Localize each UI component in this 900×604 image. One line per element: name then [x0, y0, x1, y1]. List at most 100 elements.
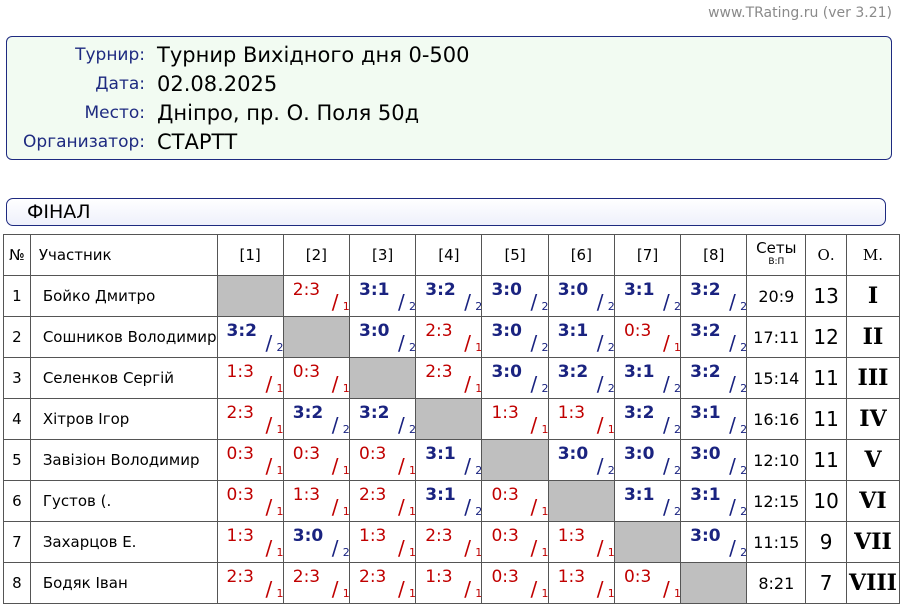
match-score-cell[interactable]: 3:2/2 — [348, 398, 417, 440]
participant-name[interactable]: Бодяк Іван — [29, 562, 218, 604]
info-value: СТАРТТ — [157, 130, 238, 154]
match-score-cell[interactable]: 0:3/1 — [282, 439, 351, 481]
match-score: 3:0 — [359, 321, 390, 341]
match-score-cell[interactable]: 3:2/2 — [680, 316, 748, 358]
match-score-cell[interactable]: 3:0/2 — [613, 439, 682, 481]
match-score-cell[interactable]: 0:3/1 — [481, 562, 549, 604]
match-score-cell[interactable]: 3:2/2 — [415, 275, 483, 317]
match-score-cell[interactable]: 1:3/1 — [547, 562, 615, 604]
match-score: 1:3 — [226, 362, 254, 382]
score-slash: / — [596, 290, 604, 314]
participant-name[interactable]: Захарцов Е. — [29, 521, 218, 563]
match-score-cell[interactable]: 3:1/2 — [680, 480, 748, 522]
match-score-cell[interactable]: 0:3/1 — [216, 480, 284, 522]
match-score-cell[interactable]: 3:1/2 — [613, 357, 682, 399]
match-score-cell[interactable]: 0:3/1 — [613, 562, 682, 604]
match-points: 1 — [276, 423, 284, 436]
participant-name[interactable]: Завізіон Володимир — [29, 439, 218, 481]
match-points: 1 — [541, 423, 549, 436]
match-score-cell[interactable]: 2:3/1 — [282, 275, 351, 317]
participant-name[interactable]: Селенков Сергій — [29, 357, 218, 399]
score-slash: / — [398, 331, 405, 355]
match-score: 0:3 — [359, 444, 387, 464]
table-row: 2 Сошников Володимир 3:2/2 3:0/2 2:3/1 3:0/2 3… — [3, 316, 900, 358]
match-score-cell[interactable]: 1:3/1 — [348, 521, 417, 563]
table-row: 4 Хітров Ігор 2:3/1 3:2/2 3:2/2 1:3/1 1:3/1 3:2… — [3, 398, 900, 440]
score-slash: / — [596, 372, 604, 396]
match-score-cell[interactable]: 1:3/1 — [216, 357, 284, 399]
match-score-cell[interactable]: 3:1/2 — [348, 275, 417, 317]
match-score-cell[interactable]: 3:2/2 — [680, 357, 748, 399]
match-score-cell[interactable]: 0:3/1 — [613, 316, 682, 358]
score-slash: / — [729, 372, 736, 396]
match-score-cell[interactable]: 3:2/2 — [216, 316, 284, 358]
match-score-cell[interactable]: 3:1/2 — [415, 480, 483, 522]
match-score-cell[interactable]: 2:3/1 — [415, 316, 483, 358]
match-score-cell[interactable]: 3:2/2 — [613, 398, 682, 440]
match-score-cell[interactable]: 0:3/1 — [348, 439, 417, 481]
match-score-cell[interactable]: 2:3/1 — [216, 398, 284, 440]
match-score-cell[interactable]: 3:1/2 — [613, 275, 682, 317]
row-number: 6 — [3, 480, 31, 522]
match-score-cell[interactable]: 3:0/2 — [282, 521, 351, 563]
match-score-cell[interactable]: 1:3/1 — [415, 562, 483, 604]
score-slash: / — [530, 372, 538, 396]
participant-name[interactable]: Сошников Володимир — [29, 316, 218, 358]
site-watermark[interactable]: www.TRating.ru (ver 3.21) — [708, 5, 892, 21]
participant-name[interactable]: Густов (. — [29, 480, 218, 522]
match-points: 2 — [276, 341, 284, 354]
info-value: Турнир Вихідного дня 0-500 — [157, 43, 470, 67]
col-header-opponent: [2] — [282, 234, 351, 276]
match-score-cell[interactable]: 3:0/2 — [680, 521, 748, 563]
col-header-opponent: [8] — [680, 234, 748, 276]
score-slash: / — [596, 331, 604, 355]
participant-name[interactable]: Хітров Ігор — [29, 398, 218, 440]
match-score-cell[interactable]: 3:0/2 — [680, 439, 748, 481]
match-score: 3:0 — [491, 362, 522, 382]
match-score-cell[interactable]: 3:2/2 — [680, 275, 748, 317]
match-score-cell[interactable]: 2:3/1 — [348, 480, 417, 522]
match-score-cell[interactable]: 3:2/2 — [282, 398, 351, 440]
score-slash: / — [596, 413, 604, 437]
match-score-cell[interactable]: 0:3/1 — [282, 357, 351, 399]
match-score-cell[interactable]: 0:3/1 — [216, 439, 284, 481]
score-slash: / — [331, 372, 339, 396]
participant-name[interactable]: Бойко Дмитро — [29, 275, 218, 317]
match-score-cell[interactable]: 3:0/2 — [547, 275, 615, 317]
match-score-cell[interactable]: 3:1/2 — [415, 439, 483, 481]
match-score-cell[interactable]: 1:3/1 — [282, 480, 351, 522]
match-score: 2:3 — [292, 567, 321, 587]
score-slash: / — [265, 413, 273, 437]
match-score-cell[interactable]: 3:0/2 — [481, 316, 549, 358]
match-score-cell[interactable]: 2:3/1 — [415, 357, 483, 399]
match-points: 1 — [541, 587, 549, 600]
match-score-cell[interactable]: 3:1/2 — [613, 480, 682, 522]
match-score-cell[interactable]: 2:3/1 — [415, 521, 483, 563]
match-score-cell[interactable]: 1:3/1 — [481, 398, 549, 440]
match-points: 1 — [276, 546, 284, 559]
match-score-cell[interactable]: 0:3/1 — [481, 480, 549, 522]
match-score-cell[interactable]: 3:0/2 — [481, 357, 549, 399]
match-score-cell[interactable]: 1:3/1 — [547, 521, 615, 563]
match-score-cell[interactable]: 3:0/2 — [481, 275, 549, 317]
match-score-cell[interactable]: 0:3/1 — [481, 521, 549, 563]
match-score-cell[interactable]: 3:1/2 — [680, 398, 748, 440]
match-score-cell[interactable]: 3:1/2 — [547, 316, 615, 358]
sets-total: 17:11 — [746, 316, 807, 358]
score-slash: / — [662, 495, 670, 519]
match-score-cell[interactable]: 1:3/1 — [547, 398, 615, 440]
table-row: 5 Завізіон Володимир 0:3/1 0:3/1 0:3/1 3:1/2 3… — [3, 439, 900, 481]
match-score-cell[interactable]: 3:0/2 — [348, 316, 417, 358]
match-score-cell[interactable]: 2:3/1 — [216, 562, 284, 604]
score-slash: / — [331, 413, 339, 437]
match-score-cell[interactable]: 2:3/1 — [282, 562, 351, 604]
table-row: 1 Бойко Дмитро 2:3/1 3:1/2 3:2/2 3:0/2 3:0/2 3:… — [3, 275, 900, 317]
score-slash: / — [530, 536, 538, 560]
match-score: 0:3 — [491, 526, 519, 546]
match-score-cell[interactable]: 3:2/2 — [547, 357, 615, 399]
points-total: 7 — [805, 562, 847, 604]
match-score-cell[interactable]: 2:3/1 — [348, 562, 417, 604]
match-points: 1 — [276, 587, 284, 600]
match-score-cell[interactable]: 1:3/1 — [216, 521, 284, 563]
match-score-cell[interactable]: 3:0/2 — [547, 439, 615, 481]
